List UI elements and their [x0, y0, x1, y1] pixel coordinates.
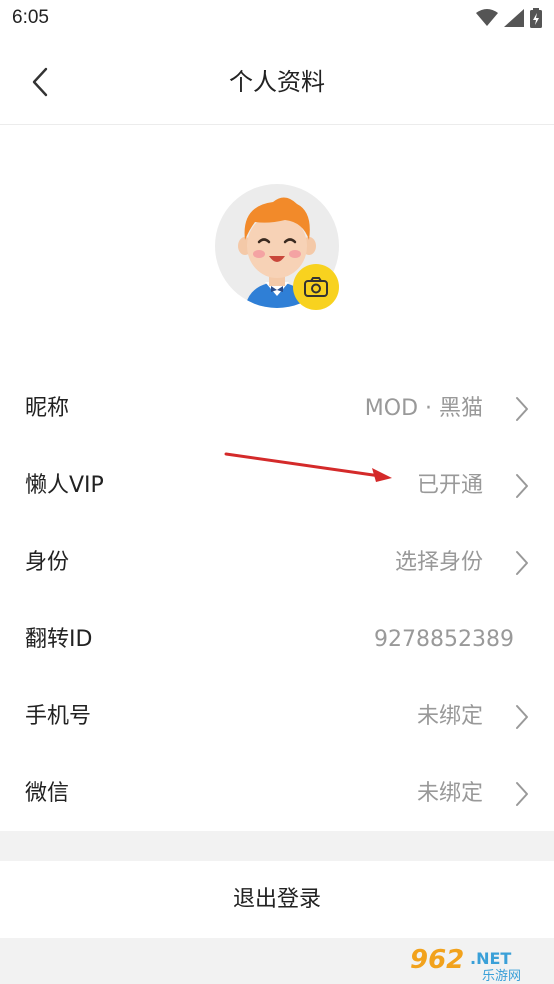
row-label: 翻转ID	[25, 627, 93, 652]
row-value: 选择身份	[394, 550, 483, 575]
change-avatar-button[interactable]	[293, 264, 339, 310]
status-bar: 6:05	[0, 0, 554, 38]
svg-text:962: 962	[410, 945, 464, 975]
signal-icon	[504, 9, 524, 27]
chevron-right-icon	[516, 474, 528, 498]
logout-button[interactable]: 退出登录	[0, 861, 554, 938]
status-time: 6:05	[12, 7, 49, 28]
row-label: 身份	[25, 550, 70, 575]
chevron-right-icon	[516, 551, 528, 575]
row-label: 昵称	[25, 396, 70, 421]
row-nickname[interactable]: 昵称 MOD · 黑猫	[0, 370, 554, 447]
camera-icon	[304, 277, 328, 297]
svg-text:乐游网: 乐游网	[482, 969, 521, 982]
annotation-arrow-icon	[224, 452, 392, 482]
profile-rows: 昵称 MOD · 黑猫 懒人VIP 已开通 身份 选择身份 翻转ID 92788…	[0, 370, 554, 832]
battery-charging-icon	[530, 8, 542, 28]
row-wechat[interactable]: 微信 未绑定	[0, 755, 554, 832]
row-flip-id: 翻转ID 9278852389	[0, 601, 554, 678]
row-value: 未绑定	[416, 781, 483, 806]
row-phone[interactable]: 手机号 未绑定	[0, 678, 554, 755]
wifi-icon	[476, 9, 498, 26]
section-divider	[0, 831, 554, 861]
row-value: 已开通	[416, 473, 483, 498]
chevron-right-icon	[516, 705, 528, 729]
row-value: 9278852389	[374, 627, 514, 652]
header: 个人资料	[0, 38, 554, 125]
row-label: 微信	[25, 781, 70, 806]
row-label: 懒人VIP	[25, 473, 104, 498]
row-value: MOD · 黑猫	[364, 396, 483, 421]
chevron-right-icon	[516, 782, 528, 806]
status-icons	[476, 8, 542, 28]
row-value: 未绑定	[416, 704, 483, 729]
page-title: 个人资料	[229, 68, 325, 96]
chevron-right-icon	[516, 397, 528, 421]
svg-text:.NET: .NET	[470, 949, 511, 968]
row-label: 手机号	[25, 704, 92, 729]
row-identity[interactable]: 身份 选择身份	[0, 524, 554, 601]
watermark-logo-icon: 962 .NET 乐游网	[410, 945, 521, 982]
